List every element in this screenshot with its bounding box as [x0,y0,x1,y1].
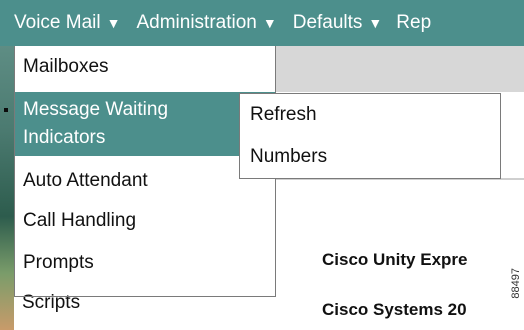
message-waiting-submenu: Refresh Numbers [239,93,501,179]
menu-item-label: Mailboxes [23,56,109,77]
menu-defaults[interactable]: Defaults ▼ [277,0,383,46]
menu-defaults-label: Defaults [292,12,363,33]
submenu-item-refresh[interactable]: Refresh [240,104,500,126]
copyright-text: Cisco Systems 20 [322,300,467,319]
menu-item-label: Call Handling [23,210,137,231]
submenu-item-label: Refresh [250,104,317,125]
menu-item-prompts[interactable]: Prompts [15,252,275,274]
menu-reports[interactable]: Rep [382,0,431,46]
menu-reports-label: Rep [396,12,432,33]
chevron-down-icon: ▼ [106,15,121,31]
menu-voice-mail[interactable]: Voice Mail ▼ [0,0,120,46]
dropdown-bottom-border [14,296,276,297]
menu-administration-label: Administration [136,12,257,33]
menu-administration[interactable]: Administration ▼ [120,0,276,46]
chevron-down-icon: ▼ [368,15,383,31]
menu-item-label-line2: Indicators [23,127,106,148]
top-menu-bar: Voice Mail ▼ Administration ▼ Defaults ▼… [0,0,524,46]
decorative-dot [4,108,8,112]
voice-mail-dropdown: Mailboxes Message Waiting Indicators Aut… [14,46,276,297]
menu-item-auto-attendant[interactable]: Auto Attendant [15,170,275,192]
menu-voice-mail-label: Voice Mail [14,12,101,33]
menu-item-call-handling[interactable]: Call Handling [15,210,275,232]
menu-item-label: Prompts [23,252,94,273]
chevron-down-icon: ▼ [262,15,277,31]
menu-item-label-line1: Message Waiting [23,99,169,120]
content-header-bar [276,46,524,92]
submenu-item-numbers[interactable]: Numbers [240,146,500,168]
menu-item-message-waiting-indicators[interactable]: Message Waiting Indicators [15,92,275,156]
figure-id: 88497 [510,268,522,299]
product-name-text: Cisco Unity Expre [322,250,468,269]
menu-item-mailboxes[interactable]: Mailboxes [15,56,275,78]
submenu-item-label: Numbers [250,146,328,167]
menu-item-label: Auto Attendant [23,170,148,191]
background-image-strip [0,46,14,330]
